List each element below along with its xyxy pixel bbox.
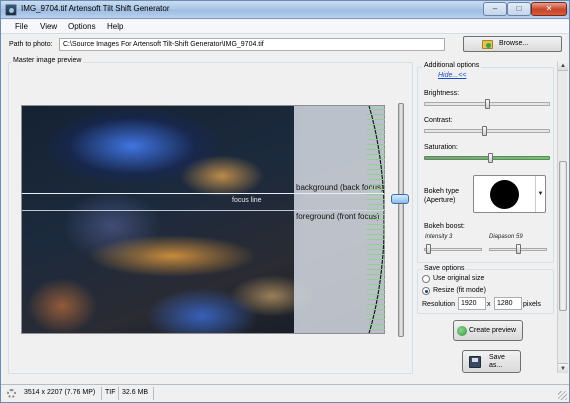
resolution-height-input[interactable] xyxy=(494,297,522,310)
save-as-line2: as... xyxy=(489,362,503,369)
menu-view[interactable]: View xyxy=(40,22,57,31)
app-window: IMG_9704.tif Artensoft Tilt Shift Genera… xyxy=(0,0,570,403)
bokeh-type-label: Bokeh type (Aperture) xyxy=(424,187,459,205)
saturation-slider-thumb[interactable] xyxy=(488,153,494,163)
window-title: IMG_9704.tif Artensoft Tilt Shift Genera… xyxy=(21,4,170,13)
save-as-line1: Save xyxy=(489,354,505,361)
close-button[interactable]: ✕ xyxy=(531,2,567,16)
master-preview-caption: Master image preview xyxy=(11,57,84,64)
resolution-pixels-label: pixels xyxy=(523,301,541,308)
bokeh-boost-label: Bokeh boost: xyxy=(424,223,465,230)
focus-slider-thumb[interactable] xyxy=(391,194,409,204)
browse-button[interactable]: Browse... xyxy=(463,36,562,52)
resize-fit-mode-label[interactable]: Resize (fit mode) xyxy=(433,287,486,294)
menu-help[interactable]: Help xyxy=(107,22,123,31)
refresh-icon xyxy=(457,326,467,336)
create-preview-label: Create preview xyxy=(469,327,517,334)
busy-spinner-icon xyxy=(7,389,16,398)
minimize-button[interactable]: – xyxy=(483,2,507,16)
brightness-slider-thumb[interactable] xyxy=(484,99,490,109)
focus-gradient-ruler xyxy=(367,105,385,333)
save-as-label: Save as... xyxy=(489,354,505,370)
intensity-slider[interactable] xyxy=(424,248,482,251)
scroll-thumb[interactable] xyxy=(559,161,567,311)
resize-fit-mode-radio[interactable] xyxy=(422,287,430,295)
status-divider xyxy=(101,387,102,400)
path-label: Path to photo: xyxy=(9,41,53,48)
background-line[interactable] xyxy=(22,193,384,194)
maximize-button[interactable]: □ xyxy=(507,2,531,16)
status-divider xyxy=(118,387,119,400)
save-as-button[interactable]: Save as... xyxy=(462,350,521,373)
hide-options-link[interactable]: Hide...<< xyxy=(438,72,466,79)
title-bar[interactable]: IMG_9704.tif Artensoft Tilt Shift Genera… xyxy=(1,1,569,19)
diapason-label: Diapason 59 xyxy=(489,234,523,240)
status-bar: 3514 x 2207 (7.76 MP) TIF 32.6 MB xyxy=(1,384,569,402)
brightness-label: Brightness: xyxy=(424,90,460,97)
status-filesize: 32.6 MB xyxy=(122,389,149,396)
bokeh-circle-icon xyxy=(490,180,519,209)
floppy-disk-icon xyxy=(469,356,481,368)
intensity-label: Intensity 3 xyxy=(425,234,453,240)
chevron-down-icon[interactable]: ▼ xyxy=(535,176,545,212)
tilt-shift-app-icon[interactable] xyxy=(5,4,17,16)
create-preview-button[interactable]: Create preview xyxy=(453,320,523,341)
resolution-x-label: x xyxy=(487,301,491,308)
focus-line[interactable] xyxy=(22,210,384,211)
status-dimensions: 3514 x 2207 (7.76 MP) xyxy=(24,389,96,396)
menu-options[interactable]: Options xyxy=(68,22,96,31)
saturation-label: Saturation: xyxy=(424,144,458,151)
menu-file[interactable]: File xyxy=(15,22,28,31)
bokeh-type-label-text: Bokeh type (Aperture) xyxy=(424,188,460,204)
scroll-down-icon[interactable]: ▼ xyxy=(558,363,568,373)
status-divider xyxy=(153,387,154,400)
resolution-width-input[interactable] xyxy=(458,297,486,310)
saturation-slider[interactable] xyxy=(424,156,550,160)
browse-label: Browse... xyxy=(499,40,529,47)
options-scrollbar[interactable]: ▲ ▼ xyxy=(557,61,568,373)
contrast-slider-thumb[interactable] xyxy=(482,126,488,136)
save-options-caption: Save options xyxy=(422,265,467,272)
status-format: TIF xyxy=(105,389,116,396)
use-original-size-radio[interactable] xyxy=(422,275,430,283)
master-image-preview[interactable]: background (back focus) focus line foreg… xyxy=(21,105,385,334)
menu-bar: File View Options Help xyxy=(1,20,569,34)
additional-options-caption: Additional options xyxy=(422,62,482,69)
resize-grip-icon[interactable] xyxy=(558,391,567,400)
bokeh-type-dropdown[interactable]: ▼ xyxy=(473,175,546,213)
folder-open-icon xyxy=(482,40,493,49)
use-original-size-label[interactable]: Use original size xyxy=(433,275,484,282)
scroll-up-icon[interactable]: ▲ xyxy=(558,61,568,71)
contrast-label: Contrast: xyxy=(424,117,453,124)
intensity-slider-thumb[interactable] xyxy=(425,244,431,254)
focus-position-slider[interactable] xyxy=(398,103,404,337)
diapason-slider-thumb[interactable] xyxy=(515,244,521,254)
focus-line-label: focus line xyxy=(232,197,262,204)
resolution-label: Resolution xyxy=(422,301,456,308)
photo-path-field[interactable]: C:\Source Images For Artensoft Tilt-Shif… xyxy=(59,38,445,51)
